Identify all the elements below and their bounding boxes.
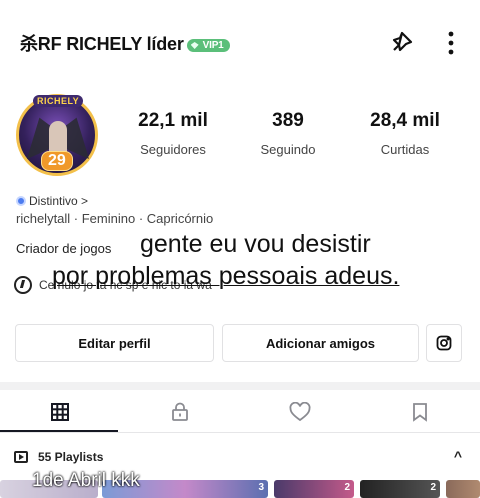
profile-username: 杀RF RICHELY líder VIP1 [20,30,230,56]
vip-badge: VIP1 [186,39,230,52]
playlist-count: 3 [258,482,264,493]
stat-likes[interactable]: 28,4 mil Curtidas [350,110,460,157]
bookmark-icon [413,403,427,422]
stat-label: Seguidores [140,142,206,157]
profile-info: richelytall · Feminino · Capricórnio [16,211,214,226]
stat-label: Seguindo [260,142,316,157]
stat-value: 22,1 mil [138,110,208,131]
playlist-thumb[interactable]: 2 [274,480,354,498]
stat-following[interactable]: 389 Seguindo [233,110,343,157]
avatar-name-tag: RICHELY [33,95,84,107]
playlist-count: 2 [430,482,436,493]
tab-liked[interactable] [240,392,360,432]
playlist-thumb[interactable]: 2 [360,480,440,498]
add-friends-button[interactable]: Adicionar amigos [222,324,419,362]
overlay-text-line-2: por problemas pessoais adeus. [52,262,400,290]
lock-icon [172,402,188,421]
tab-videos[interactable] [0,392,120,432]
profile-avatar[interactable]: RICHELY 29 [16,94,98,176]
playlists-header[interactable]: 55 Playlists ^ [14,448,466,466]
link-icon [14,276,32,294]
chevron-up-icon[interactable]: ^ [454,448,462,464]
instagram-icon [436,335,452,351]
overlay-text-line-1: gente eu vou desistir [140,230,371,258]
tab-favorites[interactable] [360,392,480,432]
top-bar: 杀RF RICHELY líder VIP1 [0,0,480,86]
more-options-icon[interactable] [436,28,466,58]
badge-icon [16,196,26,206]
stat-value: 28,4 mil [370,110,440,131]
avatar-level-badge: 29 [41,151,73,171]
profile-bio: Criador de jogos [16,241,112,256]
playlists-title: 55 Playlists [38,450,104,464]
username-text: 杀RF RICHELY líder [20,34,184,54]
badge-link[interactable]: Distintivo > [16,194,88,208]
heart-icon [289,402,311,422]
tabs-border [0,432,480,433]
grid-icon [51,403,69,421]
section-divider [0,382,480,390]
playlist-thumb[interactable] [446,480,480,498]
stat-followers[interactable]: 22,1 mil Seguidores [118,110,228,157]
playlist-count: 2 [344,482,350,493]
instagram-button[interactable] [426,324,462,362]
stat-label: Curtidas [380,142,430,157]
overlay-text-line-3: 1de Abril kkk [32,470,140,491]
edit-profile-button[interactable]: Editar perfil [15,324,214,362]
badge-label: Distintivo > [29,194,89,208]
tab-private[interactable] [120,392,240,432]
stat-value: 389 [272,110,304,131]
playlist-icon [14,451,28,463]
profile-tabs [0,392,480,432]
pin-icon[interactable] [386,28,416,58]
